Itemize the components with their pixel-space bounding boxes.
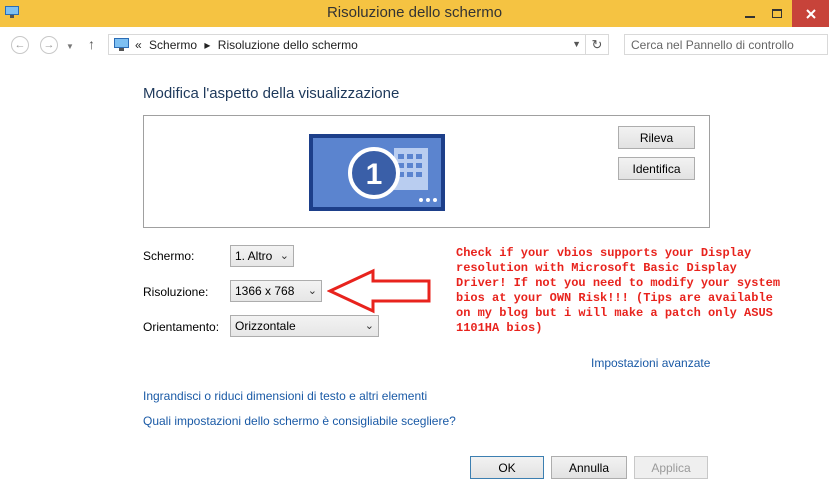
resolution-select-value: 1366 x 768 bbox=[235, 284, 295, 298]
screen-label: Schermo: bbox=[143, 249, 195, 263]
red-arrow-icon bbox=[327, 268, 431, 314]
annotation-note: Check if your vbios supports your Displa… bbox=[456, 246, 781, 335]
control-panel-icon bbox=[114, 38, 129, 51]
breadcrumb-item-risoluzione[interactable]: Risoluzione dello schermo bbox=[218, 38, 358, 52]
display-settings-help-link[interactable]: Quali impostazioni dello schermo è consi… bbox=[143, 414, 456, 428]
forward-button[interactable]: → bbox=[40, 36, 58, 54]
chevron-down-icon: ⌄ bbox=[279, 250, 289, 262]
screen-select-value: 1. Altro bbox=[235, 249, 273, 263]
window-title: Risoluzione dello schermo bbox=[326, 4, 503, 21]
breadcrumb-separator[interactable]: ▸ bbox=[204, 38, 210, 52]
search-box bbox=[624, 34, 828, 55]
minimize-button[interactable] bbox=[738, 0, 762, 27]
resolution-label: Risoluzione: bbox=[143, 285, 209, 299]
orientation-select-value: Orizzontale bbox=[235, 319, 296, 333]
maximize-button[interactable] bbox=[765, 0, 789, 27]
page-title: Modifica l'aspetto della visualizzazione bbox=[143, 85, 400, 102]
recent-pages-chevron-down-icon[interactable]: ▼ bbox=[66, 42, 74, 51]
refresh-button[interactable]: ↻ bbox=[586, 34, 609, 55]
chevron-down-icon: ⌄ bbox=[364, 320, 374, 332]
orientation-select[interactable]: Orizzontale ⌄ bbox=[230, 315, 379, 337]
breadcrumb: « Schermo ▸ Risoluzione dello schermo bbox=[135, 38, 362, 52]
detect-button[interactable]: Rileva bbox=[618, 126, 695, 149]
cancel-button[interactable]: Annulla bbox=[551, 456, 627, 479]
up-arrow-icon[interactable]: ↑ bbox=[88, 36, 95, 52]
close-button[interactable] bbox=[792, 0, 829, 27]
breadcrumb-item-schermo[interactable]: Schermo bbox=[149, 38, 197, 52]
navigation-bar: ← → ▼ ↑ « Schermo ▸ Risoluzione dello sc… bbox=[0, 27, 829, 63]
search-input[interactable] bbox=[631, 36, 827, 53]
refresh-icon: ↻ bbox=[591, 37, 603, 52]
resolution-select[interactable]: 1366 x 768 ⌄ bbox=[230, 280, 322, 302]
back-arrow-icon: ← bbox=[14, 39, 26, 51]
screen-select[interactable]: 1. Altro ⌄ bbox=[230, 245, 294, 267]
address-bar[interactable]: « Schermo ▸ Risoluzione dello schermo ▼ bbox=[108, 34, 586, 55]
ok-button[interactable]: OK bbox=[470, 456, 544, 479]
advanced-settings-link[interactable]: Impostazioni avanzate bbox=[591, 356, 710, 370]
back-button[interactable]: ← bbox=[11, 36, 29, 54]
orientation-label: Orientamento: bbox=[143, 320, 220, 334]
minimize-icon bbox=[745, 15, 755, 18]
apply-button[interactable]: Applica bbox=[634, 456, 708, 479]
maximize-icon bbox=[772, 9, 782, 18]
close-icon bbox=[805, 8, 816, 19]
title-bar: Risoluzione dello schermo bbox=[0, 0, 829, 27]
chevron-down-icon: ⌄ bbox=[307, 285, 317, 297]
monitor-number: 1 bbox=[366, 158, 383, 191]
monitor-1-icon[interactable]: 1 bbox=[309, 134, 445, 211]
identify-button[interactable]: Identifica bbox=[618, 157, 695, 180]
text-size-link[interactable]: Ingrandisci o riduci dimensioni di testo… bbox=[143, 389, 427, 403]
address-chevron-down-icon[interactable]: ▼ bbox=[572, 39, 581, 49]
forward-arrow-icon: → bbox=[43, 39, 55, 51]
breadcrumb-overflow[interactable]: « bbox=[135, 38, 142, 52]
